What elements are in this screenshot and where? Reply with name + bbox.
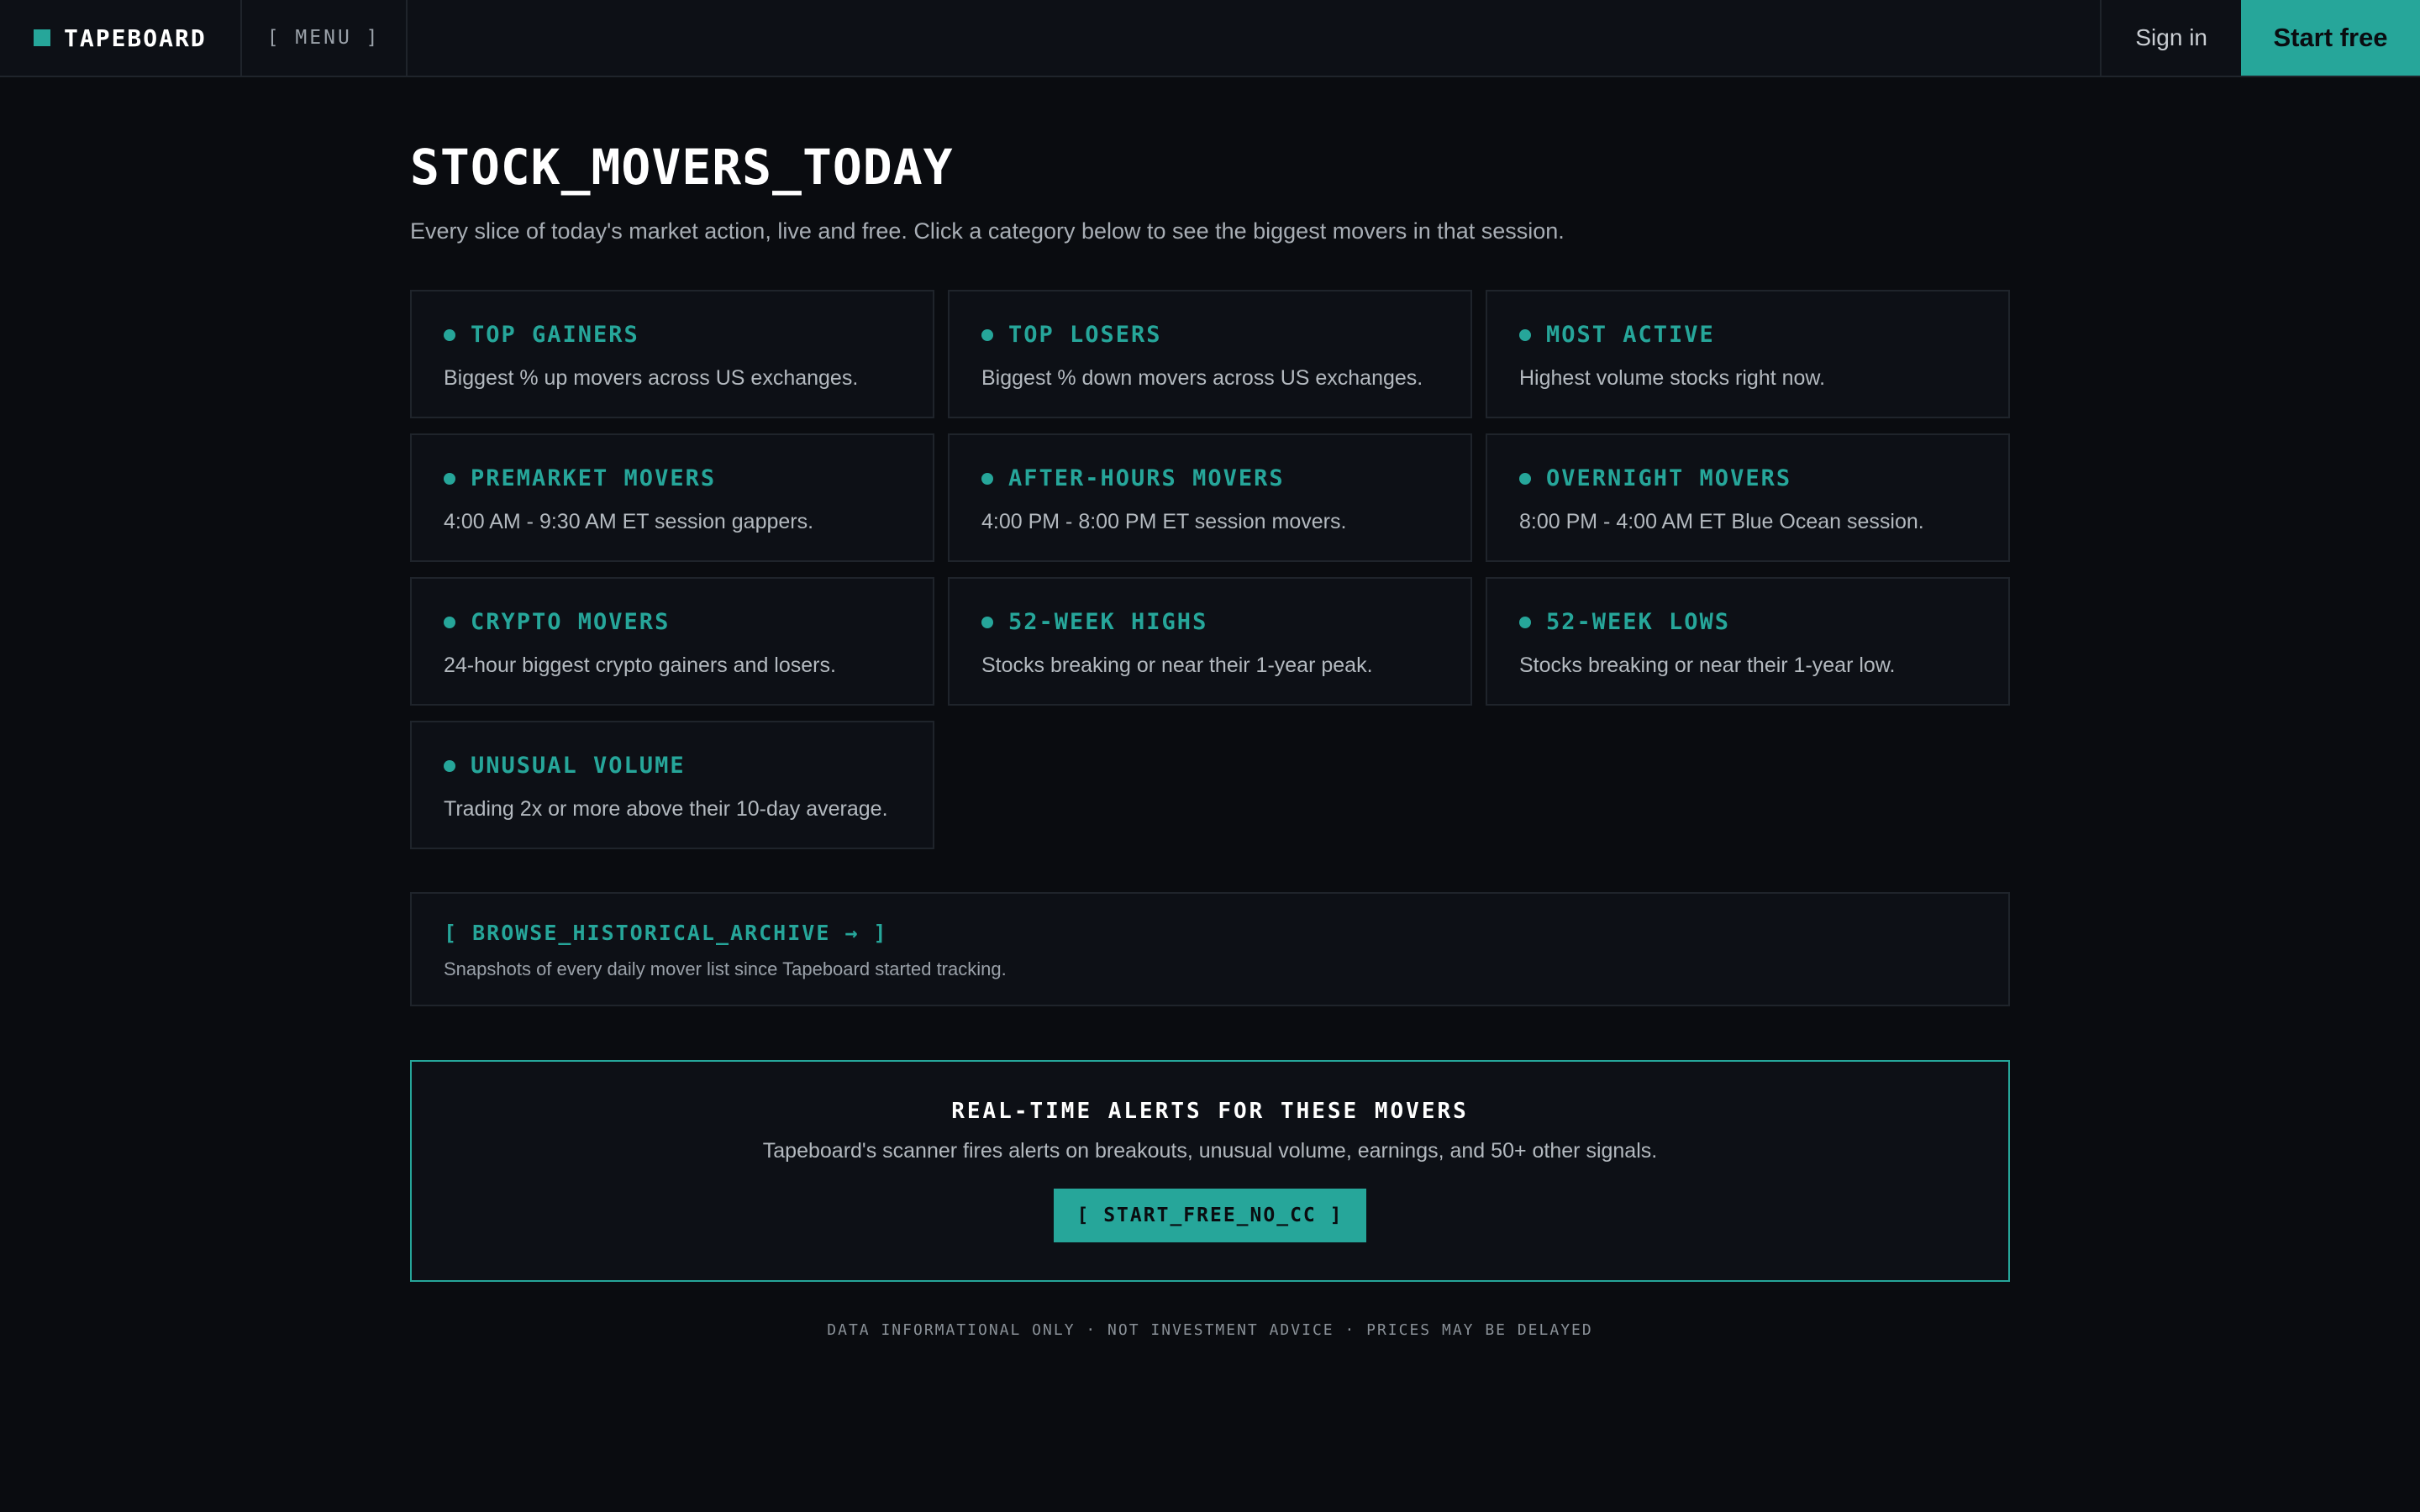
bullet-dot-icon [1519,616,1531,628]
browse-archive-link[interactable]: [ BROWSE_HISTORICAL_ARCHIVE → ] [444,921,1978,945]
bullet-dot-icon [1519,328,1531,341]
card-description: Stocks breaking or near their 1-year pea… [981,654,1373,677]
sign-in-link[interactable]: Sign in [2100,0,2241,76]
card-title-row: TOP GAINERS [444,322,902,348]
card-title-row: OVERNIGHT MOVERS [1519,465,1978,491]
alerts-cta-panel: REAL-TIME ALERTS FOR THESE MOVERS Tapebo… [410,1060,2010,1282]
category-grid: TOP GAINERS Biggest % up movers across U… [410,290,2010,849]
category-card-after-hours-movers[interactable]: AFTER-HOURS MOVERS 4:00 PM - 8:00 PM ET … [948,433,1472,562]
category-card-unusual-volume[interactable]: UNUSUAL VOLUME Trading 2x or more above … [410,721,934,849]
top-nav-bar: TAPEBOARD [ MENU ] Sign in Start free [0,0,2420,77]
archive-panel: [ BROWSE_HISTORICAL_ARCHIVE → ] Snapshot… [410,892,2010,1006]
card-title: AFTER-HOURS MOVERS [1008,465,1285,491]
category-card-most-active[interactable]: MOST ACTIVE Highest volume stocks right … [1486,290,2010,418]
card-title: OVERNIGHT MOVERS [1546,465,1792,491]
card-description: 24-hour biggest crypto gainers and loser… [444,654,836,677]
category-card-52-week-lows[interactable]: 52-WEEK LOWS Stocks breaking or near the… [1486,577,2010,706]
bullet-dot-icon [981,472,993,485]
card-description: Highest volume stocks right now. [1519,366,1826,390]
card-title: 52-WEEK LOWS [1546,609,1731,635]
start-free-button[interactable]: Start free [2241,0,2420,76]
card-description: 4:00 PM - 8:00 PM ET session movers. [981,510,1347,533]
menu-button[interactable]: [ MENU ] [242,0,408,76]
card-title: 52-WEEK HIGHS [1008,609,1208,635]
brand-logo[interactable]: TAPEBOARD [0,0,242,76]
category-card-overnight-movers[interactable]: OVERNIGHT MOVERS 8:00 PM - 4:00 AM ET Bl… [1486,433,2010,562]
card-title-row: CRYPTO MOVERS [444,609,902,635]
bullet-dot-icon [444,472,455,485]
page-subtitle: Every slice of today's market action, li… [410,218,1565,244]
card-title-row: PREMARKET MOVERS [444,465,902,491]
bullet-dot-icon [444,328,455,341]
card-title: MOST ACTIVE [1546,322,1715,348]
card-title-row: AFTER-HOURS MOVERS [981,465,1440,491]
cta-description: Tapeboard's scanner fires alerts on brea… [762,1139,1658,1163]
card-title-row: UNUSUAL VOLUME [444,753,902,779]
card-title: TOP LOSERS [1008,322,1162,348]
card-description: Stocks breaking or near their 1-year low… [1519,654,1896,677]
card-title: TOP GAINERS [471,322,639,348]
brand-name: TAPEBOARD [64,24,207,52]
category-card-premarket-movers[interactable]: PREMARKET MOVERS 4:00 AM - 9:30 AM ET se… [410,433,934,562]
card-title: PREMARKET MOVERS [471,465,717,491]
category-card-top-gainers[interactable]: TOP GAINERS Biggest % up movers across U… [410,290,934,418]
card-description: 8:00 PM - 4:00 AM ET Blue Ocean session. [1519,510,1924,533]
category-card-52-week-highs[interactable]: 52-WEEK HIGHS Stocks breaking or near th… [948,577,1472,706]
card-title: UNUSUAL VOLUME [471,753,686,779]
bullet-dot-icon [1519,472,1531,485]
card-title-row: 52-WEEK LOWS [1519,609,1978,635]
card-title-row: TOP LOSERS [981,322,1440,348]
card-description: 4:00 AM - 9:30 AM ET session gappers. [444,510,814,533]
card-title: CRYPTO MOVERS [471,609,671,635]
card-title-row: 52-WEEK HIGHS [981,609,1440,635]
logo-square-icon [34,29,50,46]
page-title: STOCK_MOVERS_TODAY [410,139,954,196]
card-description: Biggest % up movers across US exchanges. [444,366,859,390]
bullet-dot-icon [444,759,455,772]
card-description: Biggest % down movers across US exchange… [981,366,1423,390]
start-free-no-cc-button[interactable]: [ START_FREE_NO_CC ] [1054,1189,1366,1242]
card-description: Trading 2x or more above their 10-day av… [444,797,888,821]
disclaimer-text: DATA INFORMATIONAL ONLY · NOT INVESTMENT… [827,1321,1593,1339]
bullet-dot-icon [981,328,993,341]
bullet-dot-icon [444,616,455,628]
cta-title: REAL-TIME ALERTS FOR THESE MOVERS [951,1099,1469,1124]
archive-description: Snapshots of every daily mover list sinc… [444,958,1007,979]
category-card-top-losers[interactable]: TOP LOSERS Biggest % down movers across … [948,290,1472,418]
category-card-crypto-movers[interactable]: CRYPTO MOVERS 24-hour biggest crypto gai… [410,577,934,706]
bullet-dot-icon [981,616,993,628]
card-title-row: MOST ACTIVE [1519,322,1978,348]
